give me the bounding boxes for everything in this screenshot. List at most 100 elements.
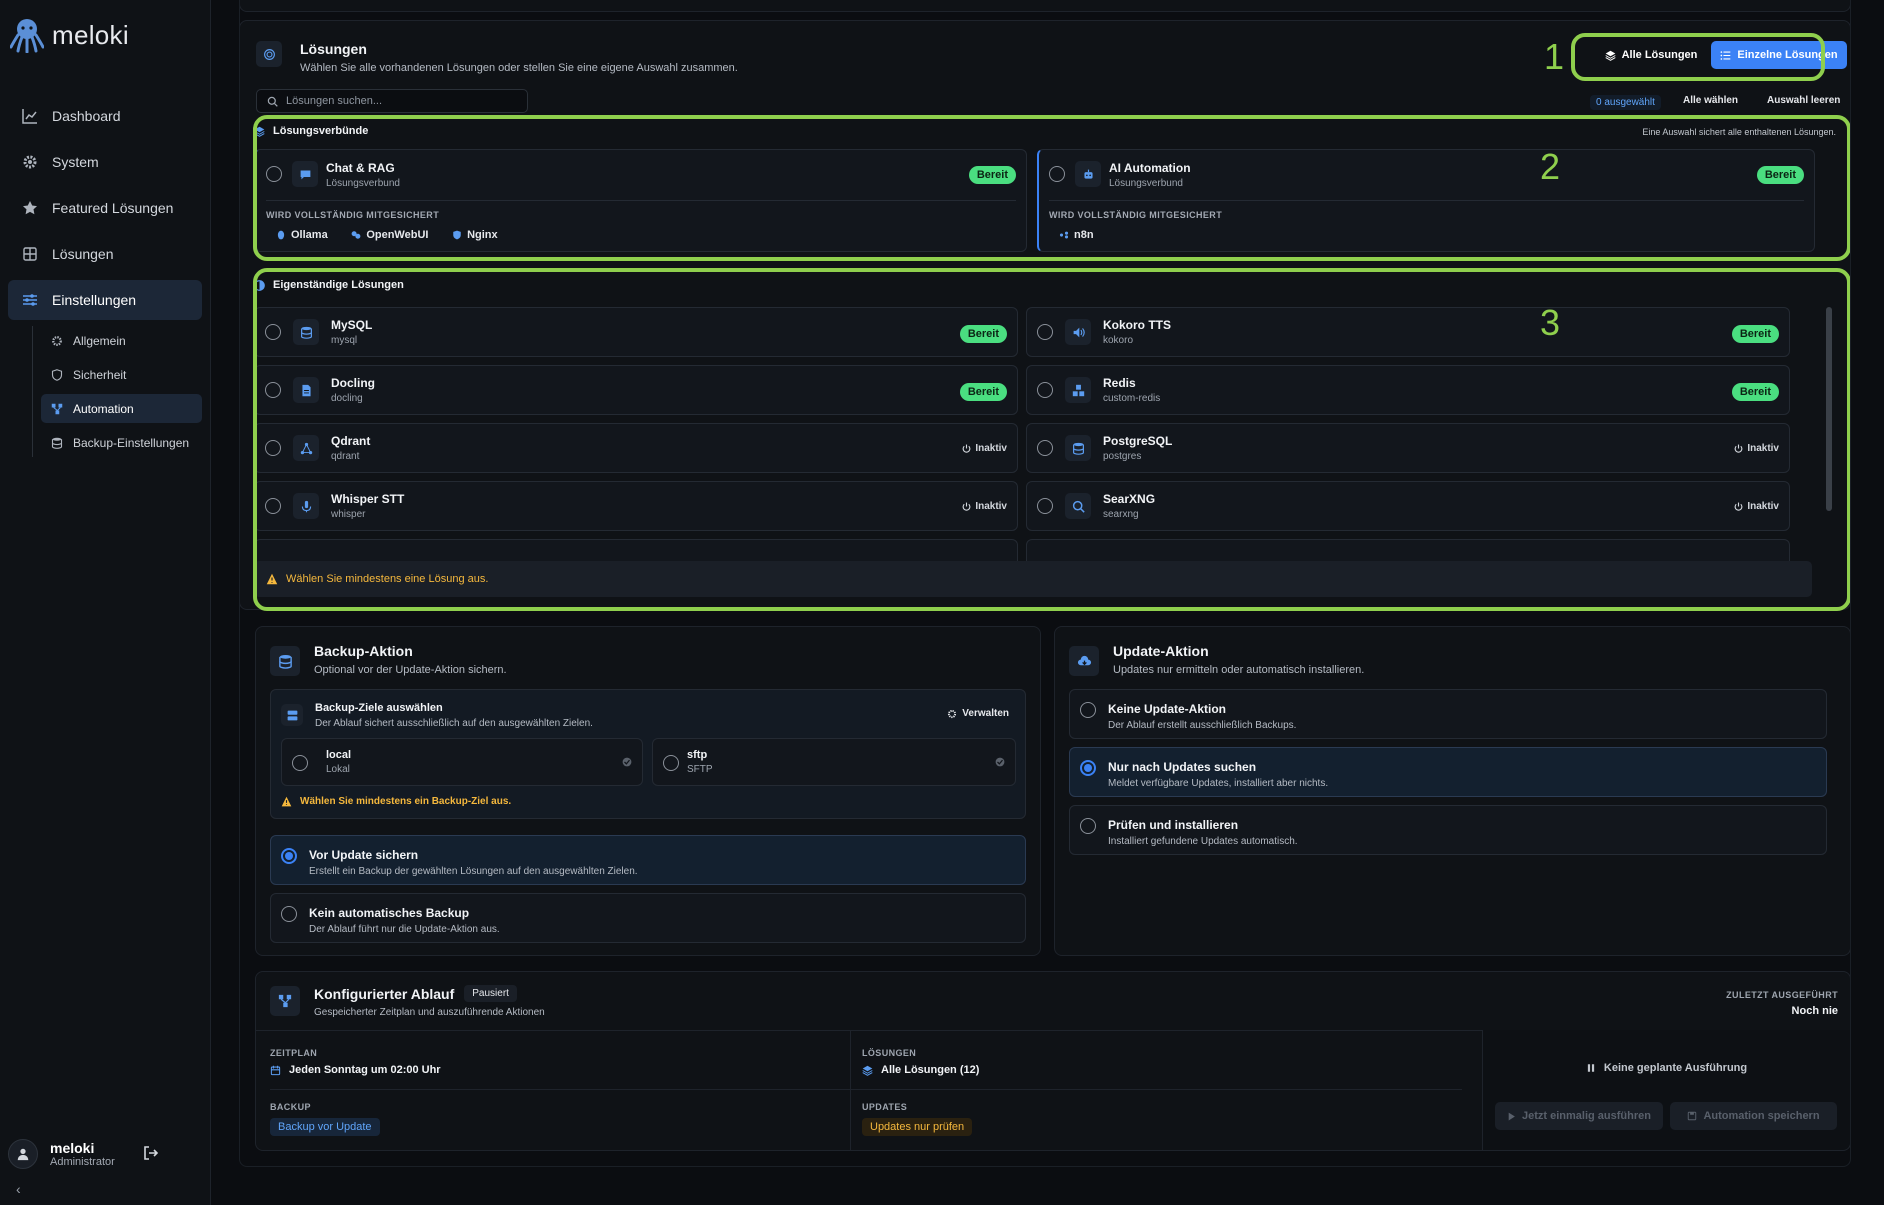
annotation-box-1 bbox=[1571, 33, 1825, 81]
target-sftp[interactable]: sftp SFTP bbox=[652, 738, 1016, 786]
update-option-check-only[interactable]: Nur nach Updates suchen Meldet verfügbare… bbox=[1069, 747, 1827, 797]
sidebar-item-solutions[interactable]: Lösungen bbox=[8, 234, 202, 274]
sidebar-item-label: Einstellungen bbox=[52, 292, 137, 308]
target-icon bbox=[256, 41, 282, 67]
no-schedule-note: Keine geplante Ausführung bbox=[1483, 1062, 1850, 1074]
octopus-logo-icon bbox=[10, 19, 44, 53]
configured-flow-panel: Konfigurierter Ablauf Pausiert Gespeiche… bbox=[255, 971, 1851, 1151]
solutions-label: LÖSUNGEN bbox=[862, 1048, 917, 1058]
option-radio[interactable] bbox=[281, 848, 297, 864]
sidebar: meloki Dashboard System Featured Lösunge… bbox=[0, 0, 211, 1205]
sidebar-subitem-automation[interactable]: Automation bbox=[41, 394, 202, 423]
sidebar-subitem-label: Sicherheit bbox=[73, 367, 127, 382]
gear-icon bbox=[52, 335, 62, 346]
backup-subtitle: Optional vor der Update-Aktion sichern. bbox=[314, 664, 507, 676]
run-once-button[interactable]: Jetzt einmalig ausführen bbox=[1495, 1102, 1663, 1130]
chart-line-icon bbox=[22, 109, 37, 124]
sliders-icon bbox=[23, 294, 37, 306]
flow-title: Konfigurierter Ablauf bbox=[314, 985, 455, 1002]
select-all-button[interactable]: Alle wählen bbox=[1683, 95, 1738, 106]
pause-icon bbox=[1587, 1064, 1595, 1072]
sidebar-item-label: Featured Lösungen bbox=[52, 200, 174, 216]
flow-subtitle: Gespeicherter Zeitplan und auszuführende… bbox=[314, 1007, 545, 1018]
collapse-sidebar-button[interactable]: ‹ bbox=[16, 1181, 21, 1197]
update-subtitle: Updates nur ermitteln oder automatisch i… bbox=[1113, 664, 1365, 676]
grid-icon bbox=[23, 247, 37, 261]
workflow-icon bbox=[51, 403, 63, 414]
main-content: Lösungen Wählen Sie alle vorhandenen Lös… bbox=[211, 0, 1884, 1205]
calendar-icon bbox=[270, 1065, 281, 1075]
sidebar-subitem-backup-settings[interactable]: Backup-Einstellungen bbox=[41, 428, 202, 457]
annotation-number-1: 1 bbox=[1544, 36, 1565, 77]
database-icon bbox=[51, 437, 63, 449]
option-radio[interactable] bbox=[281, 906, 297, 922]
backup-targets-box: Backup-Ziele auswählen Der Ablauf sicher… bbox=[270, 689, 1026, 819]
warning-icon bbox=[281, 796, 292, 807]
avatar[interactable] bbox=[8, 1139, 38, 1169]
targets-warning: Wählen Sie mindestens ein Backup-Ziel au… bbox=[281, 796, 511, 807]
backup-title: Backup-Aktion bbox=[314, 643, 413, 659]
target-local[interactable]: local Lokal bbox=[281, 738, 643, 786]
logout-icon bbox=[144, 1145, 159, 1160]
main-nav: Dashboard System Featured Lösungen Lösun… bbox=[0, 70, 210, 457]
sidebar-item-dashboard[interactable]: Dashboard bbox=[8, 96, 202, 136]
sidebar-item-label: Lösungen bbox=[52, 246, 114, 262]
sidebar-item-system[interactable]: System bbox=[8, 142, 202, 182]
user-icon bbox=[17, 1148, 29, 1161]
search-placeholder: Lösungen suchen... bbox=[286, 95, 383, 107]
schedule-label: ZEITPLAN bbox=[270, 1048, 318, 1058]
sidebar-item-featured[interactable]: Featured Lösungen bbox=[8, 188, 202, 228]
check-circle-icon bbox=[622, 757, 632, 767]
play-icon bbox=[1508, 1112, 1515, 1120]
solutions-value: Alle Lösungen (12) bbox=[862, 1064, 979, 1076]
flow-status-badge: Pausiert bbox=[464, 985, 517, 1002]
previous-panel bbox=[239, 0, 1851, 12]
sidebar-subitem-label: Allgemein bbox=[73, 333, 126, 348]
logout-button[interactable] bbox=[143, 1145, 159, 1164]
targets-title: Backup-Ziele auswählen bbox=[315, 702, 443, 714]
workflow-icon bbox=[270, 986, 300, 1016]
database-icon bbox=[270, 646, 300, 676]
cloud-download-icon bbox=[1069, 646, 1099, 676]
solutions-search[interactable]: Lösungen suchen... bbox=[256, 89, 528, 113]
option-radio[interactable] bbox=[1080, 702, 1096, 718]
check-circle-icon bbox=[995, 757, 1005, 767]
sidebar-item-label: System bbox=[52, 154, 99, 170]
option-radio[interactable] bbox=[1080, 760, 1096, 776]
last-run-label: ZULETZT AUSGEFÜHRT bbox=[1726, 990, 1838, 1000]
logo[interactable]: meloki bbox=[0, 0, 210, 70]
backup-value-pill: Backup vor Update bbox=[270, 1118, 380, 1136]
update-option-install[interactable]: Prüfen und installieren Installiert gefun… bbox=[1069, 805, 1827, 855]
sidebar-subitem-label: Automation bbox=[73, 401, 134, 416]
target-radio[interactable] bbox=[663, 755, 679, 771]
sidebar-item-settings[interactable]: Einstellungen bbox=[8, 280, 202, 320]
solutions-subtitle: Wählen Sie alle vorhandenen Lösungen ode… bbox=[300, 62, 738, 74]
solutions-title: Lösungen bbox=[300, 41, 367, 57]
user-name: meloki bbox=[50, 1140, 95, 1156]
save-automation-button[interactable]: Automation speichern bbox=[1670, 1102, 1837, 1130]
sidebar-subitem-label: Backup-Einstellungen bbox=[73, 435, 190, 450]
settings-subnav: Allgemein Sicherheit Automation Backup-E… bbox=[32, 326, 202, 457]
updates-value-pill: Updates nur prüfen bbox=[862, 1118, 973, 1136]
run-actions-area: Keine geplante Ausführung Jetzt einmalig… bbox=[1482, 1030, 1850, 1150]
target-radio[interactable] bbox=[292, 755, 308, 771]
backup-option-before-update[interactable]: Vor Update sichern Erstellt ein Backup de… bbox=[270, 835, 1026, 885]
brand-name: meloki bbox=[52, 19, 129, 50]
annotation-number-2: 2 bbox=[1540, 146, 1561, 187]
sidebar-subitem-security[interactable]: Sicherheit bbox=[41, 360, 202, 389]
layers-icon bbox=[862, 1065, 873, 1076]
sidebar-subitem-general[interactable]: Allgemein bbox=[41, 326, 202, 355]
manage-button[interactable]: Verwalten bbox=[947, 708, 1009, 719]
search-icon bbox=[267, 96, 278, 107]
selected-count: 0 ausgewählt bbox=[1590, 95, 1661, 110]
star-icon bbox=[23, 201, 37, 215]
update-title: Update-Aktion bbox=[1113, 643, 1209, 659]
annotation-box-2 bbox=[253, 115, 1851, 261]
user-role: Administrator bbox=[50, 1156, 115, 1168]
option-radio[interactable] bbox=[1080, 818, 1096, 834]
backup-option-none[interactable]: Kein automatisches Backup Der Ablauf führ… bbox=[270, 893, 1026, 943]
schedule-value: Jeden Sonntag um 02:00 Uhr bbox=[270, 1064, 846, 1076]
update-option-none[interactable]: Keine Update-Aktion Der Ablauf erstellt a… bbox=[1069, 689, 1827, 739]
gear-icon bbox=[948, 709, 957, 718]
clear-selection-button[interactable]: Auswahl leeren bbox=[1767, 95, 1840, 106]
